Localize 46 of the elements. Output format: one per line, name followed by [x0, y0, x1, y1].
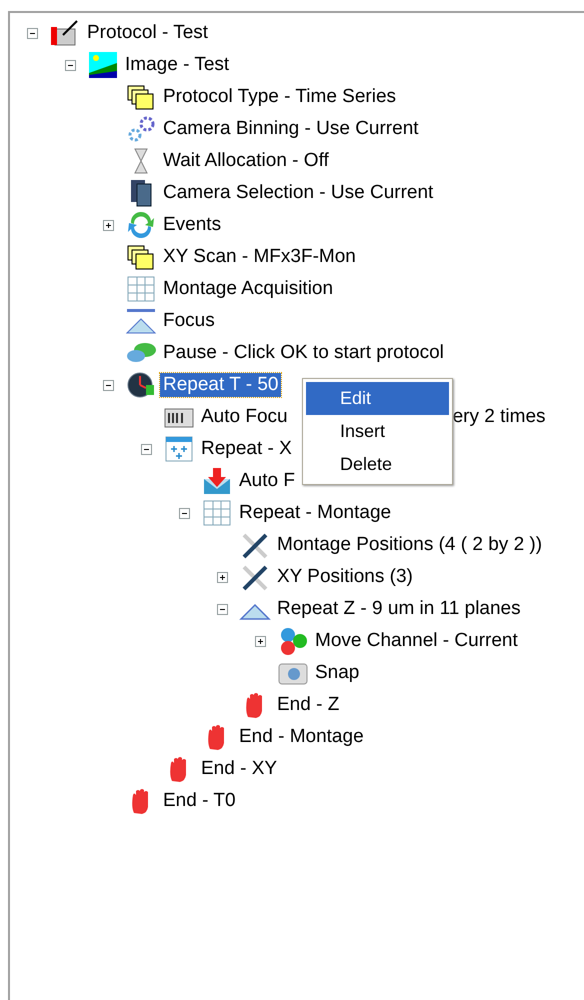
tree-item[interactable]: Repeat - Montage [236, 501, 394, 525]
tree-item[interactable]: Snap [312, 661, 362, 685]
tray-arrow-icon [201, 467, 233, 495]
tree-item[interactable]: Focus [160, 309, 218, 333]
tree-item-text: ery 2 times [452, 406, 546, 428]
tree-item[interactable]: XY Positions (3) [274, 565, 416, 589]
tree-item[interactable]: Protocol Type - Time Series [160, 85, 400, 109]
collapse-icon[interactable] [26, 28, 38, 38]
collapse-icon[interactable] [64, 60, 76, 70]
menu-item[interactable]: Edit [306, 382, 449, 415]
tree-item[interactable]: Repeat Z - 9 um in 11 planes [274, 597, 524, 621]
tree-item[interactable]: Auto F [236, 469, 298, 493]
tree-item[interactable]: End - T0 [160, 789, 239, 813]
tree-item[interactable]: End - Z [274, 693, 342, 717]
tree-item[interactable]: Montage Positions (4 ( 2 by 2 )) [274, 533, 546, 557]
tree-item[interactable]: XY Scan - MFx3F-Mon [160, 245, 359, 269]
tree-item[interactable]: Events [160, 213, 224, 237]
tree-item[interactable]: Repeat - X [198, 437, 295, 461]
collapse-icon[interactable] [102, 380, 114, 390]
collapse-icon[interactable] [140, 444, 152, 454]
tree-item[interactable]: Auto Focu [198, 405, 291, 429]
expand-icon[interactable] [254, 636, 266, 646]
tree-item[interactable]: Camera Selection - Use Current [160, 181, 436, 205]
collapse-icon[interactable] [178, 508, 190, 518]
expand-icon[interactable] [102, 220, 114, 230]
tree-item[interactable]: Montage Acquisition [160, 277, 336, 301]
focus-icon [125, 307, 157, 335]
tree-item[interactable]: Move Channel - Current [312, 629, 521, 653]
grid-icon [201, 499, 233, 527]
tree-item[interactable]: End - XY [198, 757, 280, 781]
expand-icon[interactable] [216, 572, 228, 582]
tree-item[interactable]: Repeat T - 50 [160, 373, 282, 397]
tree-item[interactable]: Camera Binning - Use Current [160, 117, 422, 141]
tree-item[interactable]: End - Montage [236, 725, 367, 749]
clock-icon [125, 371, 157, 399]
tree-item[interactable]: Wait Allocation - Off [160, 149, 332, 173]
tree-item[interactable]: Protocol - Test [84, 21, 212, 45]
menu-item[interactable]: Insert [306, 415, 449, 448]
landscape-icon [87, 51, 119, 79]
tree-item[interactable]: Image - Test [122, 53, 232, 77]
collapse-icon[interactable] [216, 604, 228, 614]
grid-icon [163, 435, 195, 463]
menu-item[interactable]: Delete [306, 448, 449, 481]
refresh-icon [125, 211, 157, 239]
grid-icon [125, 275, 157, 303]
tree-item[interactable]: Pause - Click OK to start protocol [160, 341, 447, 365]
